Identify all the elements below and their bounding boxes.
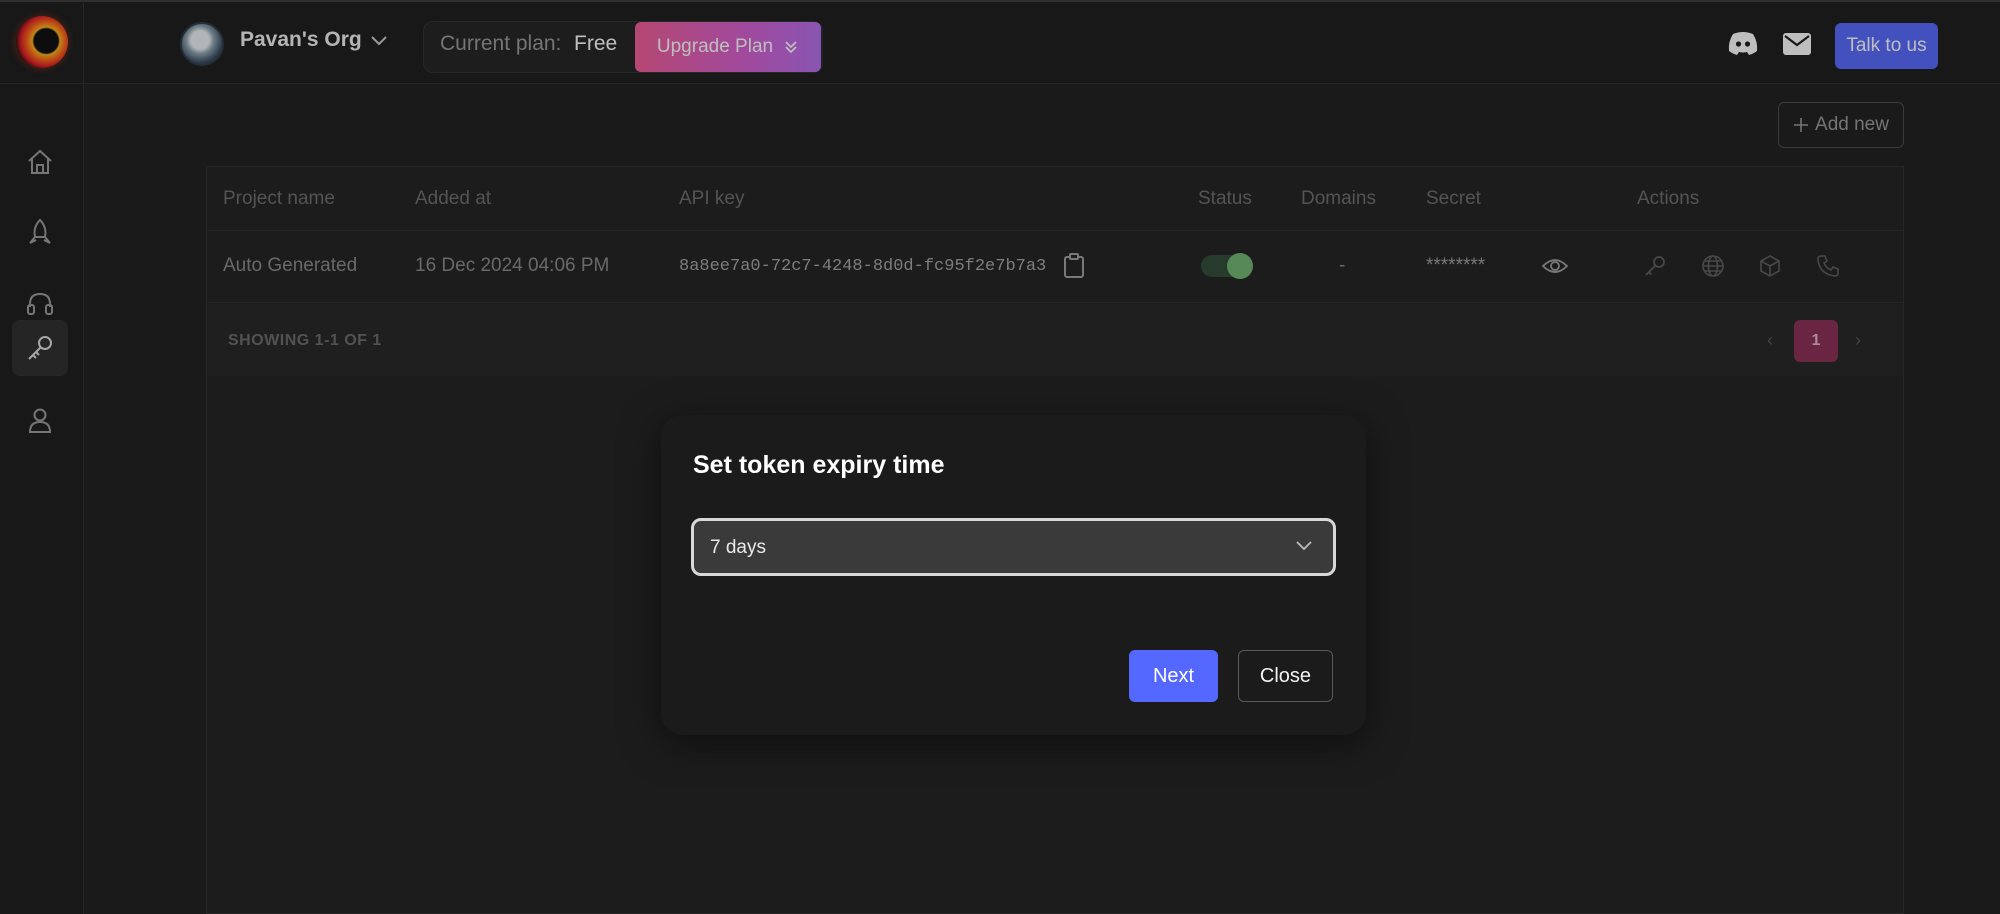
modal-title: Set token expiry time <box>693 451 945 479</box>
expiry-select[interactable]: 7 days <box>691 518 1336 576</box>
close-button[interactable]: Close <box>1238 650 1333 702</box>
token-expiry-modal: Set token expiry time 7 days Next Close <box>661 415 1366 735</box>
next-button[interactable]: Next <box>1129 650 1218 702</box>
expiry-select-value: 7 days <box>710 537 766 558</box>
chevron-down-icon <box>1295 539 1313 551</box>
